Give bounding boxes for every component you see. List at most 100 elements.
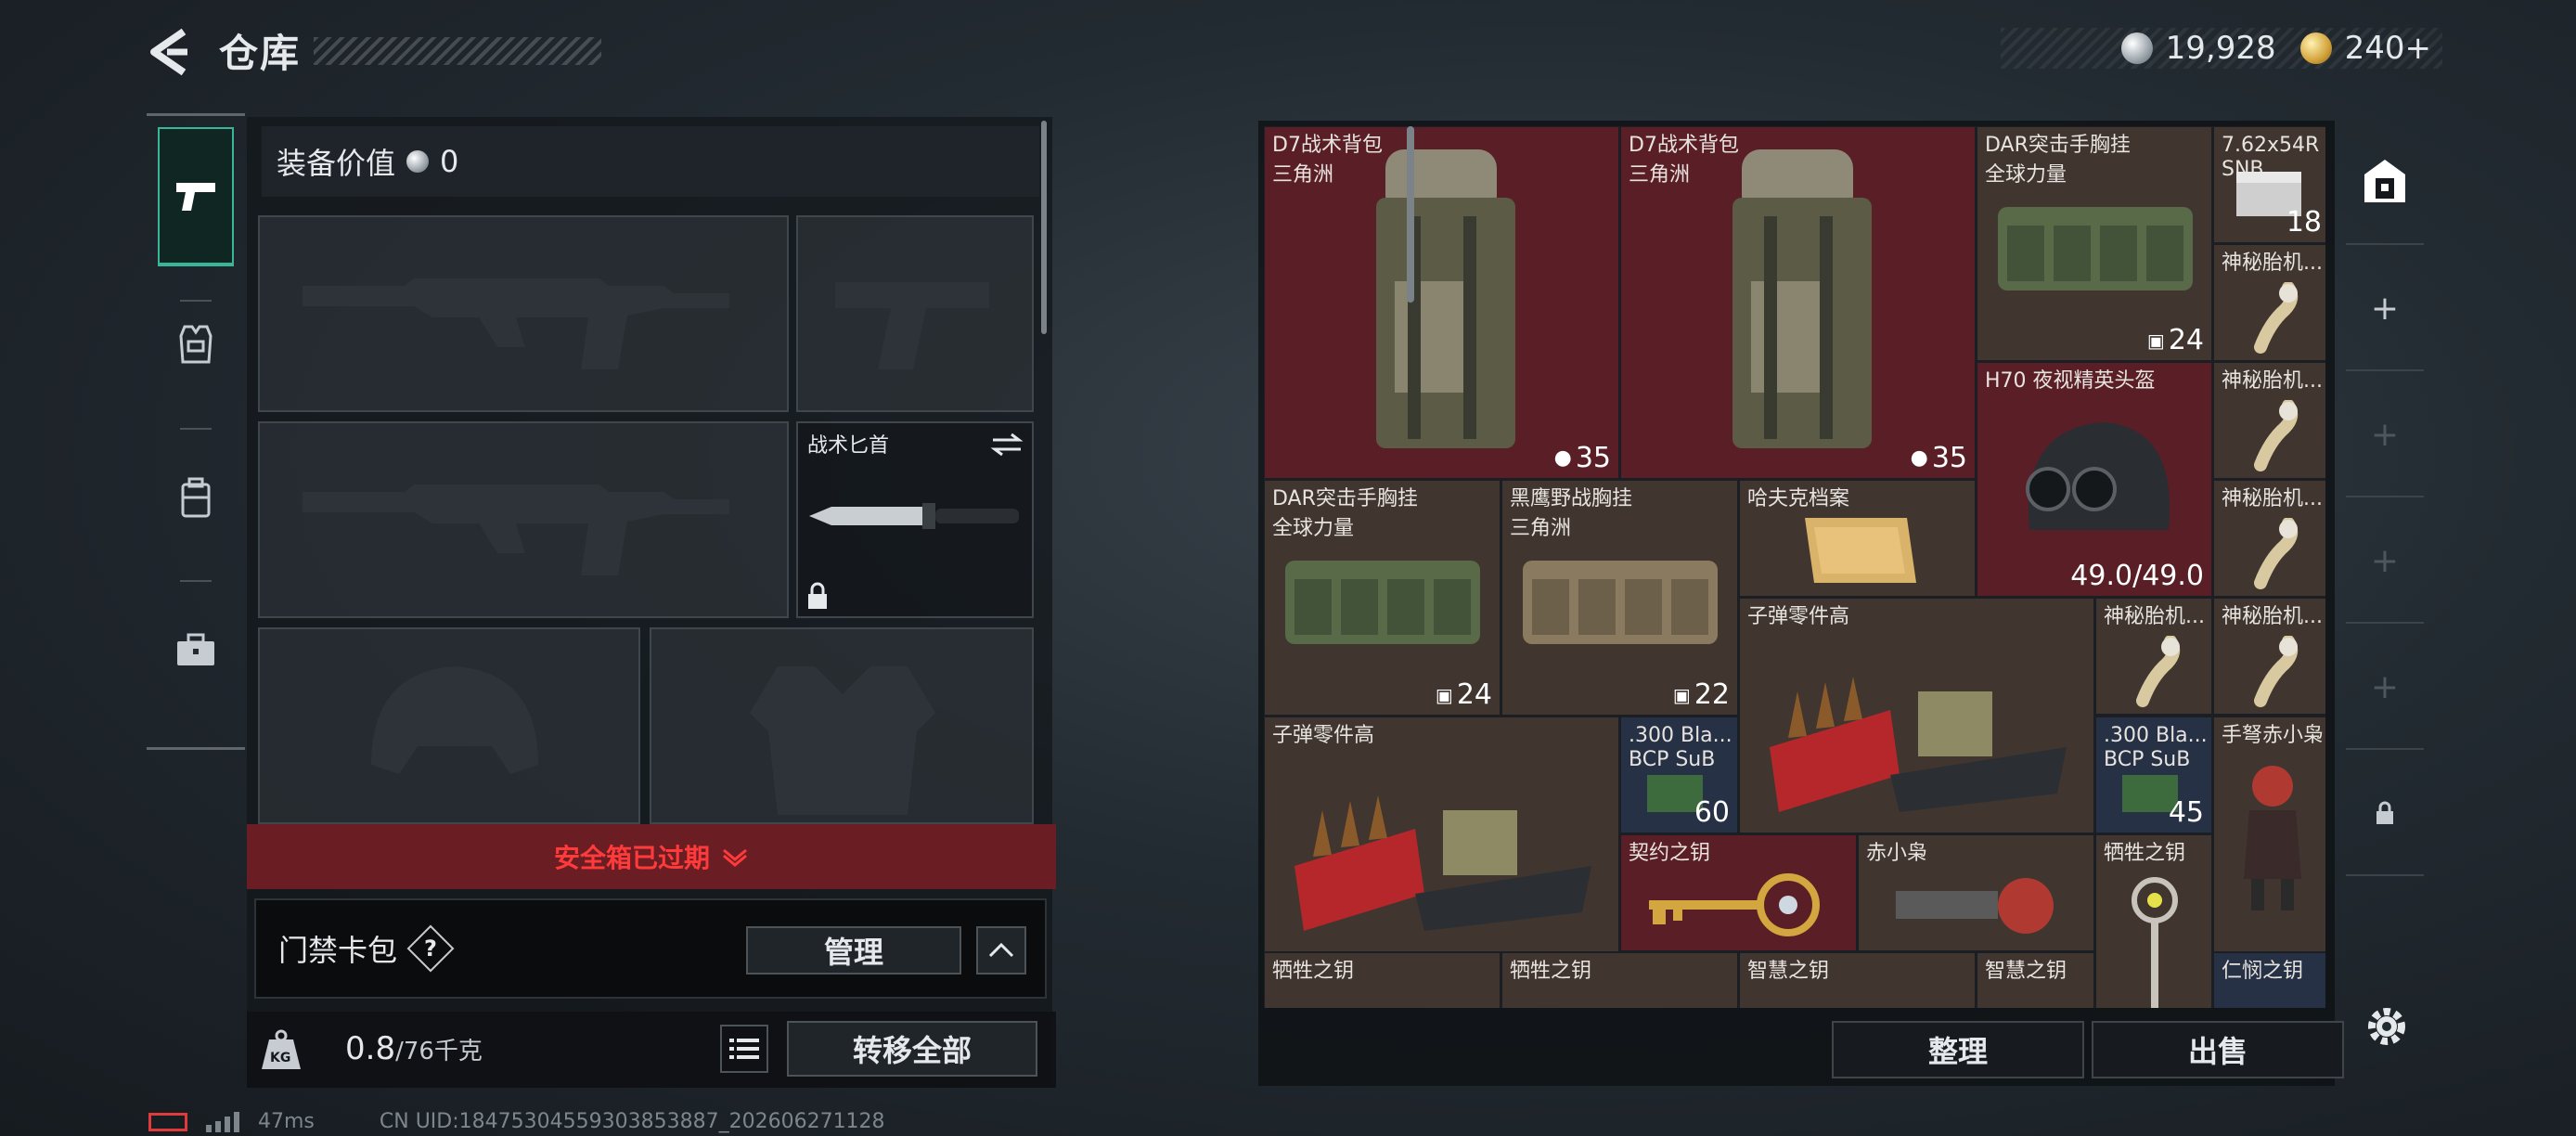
bullet-parts-icon	[1770, 677, 2067, 812]
bag-icon: ●	[1553, 446, 1572, 470]
vest-icon: ▣	[2146, 329, 2165, 352]
swap-icon[interactable]	[989, 431, 1024, 458]
stash-item[interactable]: 神秘胎机...	[2213, 598, 2325, 715]
sidebar	[147, 113, 245, 750]
melee-label: 战术匕首	[807, 434, 890, 458]
stash-item[interactable]: 牺牲之钥	[1264, 952, 1501, 1008]
mystery-item-icon	[2136, 636, 2181, 707]
stash-item[interactable]: 智慧之钥	[1977, 952, 2094, 1008]
equipment-value-label: 装备价值	[277, 146, 396, 181]
stash-scrollbar[interactable]	[1407, 126, 1414, 303]
stash-item[interactable]: 7.62x54R SNB 18	[2213, 126, 2325, 243]
primary-weapon-slot[interactable]	[258, 215, 789, 412]
weight-icon: KG	[258, 1028, 304, 1071]
helmet-silhouette-icon	[371, 666, 538, 774]
stash-item[interactable]: D7战术背包 三角洲 ● 35	[1264, 126, 1619, 479]
mystery-item-icon	[2254, 636, 2299, 707]
battery-icon	[148, 1112, 187, 1131]
currency-bar: 19,928 240+	[2001, 28, 2442, 69]
stash-item[interactable]: 仁悯之钥	[2213, 952, 2325, 1008]
gold-coin-icon	[2299, 32, 2332, 64]
stash-item[interactable]: 子弹零件高	[1739, 598, 2094, 833]
signal-icon	[206, 1111, 239, 1132]
gold-currency-value[interactable]: 240+	[2345, 30, 2442, 67]
stash-item[interactable]: 神秘胎机...	[2213, 244, 2325, 361]
title-decoration	[314, 37, 601, 65]
document-folder-icon	[1805, 518, 1916, 583]
stash-item[interactable]: D7战术背包 三角洲 ● 35	[1620, 126, 1976, 479]
stash-item[interactable]: H70 夜视精英头盔 49.0/49.0	[1977, 362, 2212, 597]
stash-item[interactable]: .300 Bla... BCP SuB 60	[1620, 716, 1738, 833]
stash-item[interactable]: 契约之钥	[1620, 834, 1857, 951]
secondary-weapon-slot[interactable]	[258, 421, 789, 618]
rifle-silhouette-icon	[303, 278, 729, 369]
status-footer: 47ms CN UID:18475304559303853887_2026062…	[148, 1110, 885, 1133]
tactical-knife-icon	[809, 503, 1019, 529]
equipment-value: 0	[440, 144, 459, 179]
bag-icon: ●	[1910, 446, 1928, 470]
mystery-item-icon	[2254, 282, 2299, 354]
stash-item[interactable]: 哈夫克档案	[1739, 480, 1976, 597]
pistol-slot[interactable]	[796, 215, 1034, 412]
tab-container[interactable]	[158, 595, 234, 706]
locked-container-slot[interactable]	[2346, 752, 2424, 876]
back-arrow-icon	[150, 28, 187, 76]
tab-armor[interactable]	[158, 289, 234, 400]
figurine-icon	[1896, 878, 2054, 934]
stash-main-tab[interactable]	[2346, 121, 2424, 245]
plus-icon: +	[2370, 289, 2400, 328]
lock-icon	[808, 582, 827, 609]
stash-item[interactable]: 手弩赤小枭	[2213, 716, 2325, 952]
ornate-key-icon	[1649, 873, 1820, 936]
helmet-slot[interactable]	[258, 627, 640, 824]
manage-button[interactable]: 管理	[746, 926, 961, 975]
stash-item[interactable]: 智慧之钥	[1739, 952, 1976, 1008]
stash-item[interactable]: 黑鹰野战胸挂 三角洲 ▣ 22	[1501, 480, 1738, 716]
weight-value: 0.8/76千克	[345, 1030, 483, 1067]
chevron-down-icon	[723, 848, 747, 867]
mystery-item-icon	[2254, 400, 2299, 471]
plus-icon: +	[2370, 667, 2400, 706]
stash-item[interactable]: .300 Bla... BCP SuB 45	[2095, 716, 2212, 833]
lock-icon	[2376, 801, 2393, 824]
back-button[interactable]	[147, 26, 193, 78]
figurine-icon	[2244, 766, 2301, 910]
night-vision-helmet-icon	[2026, 422, 2170, 530]
stash-item[interactable]: DAR突击手胸挂 全球力量 ▣ 24	[1264, 480, 1501, 716]
add-container-button[interactable]: +	[2346, 247, 2424, 371]
stash-item[interactable]: 神秘胎机...	[2095, 598, 2212, 715]
silver-currency-value: 19,928	[2165, 30, 2276, 67]
list-view-button[interactable]	[720, 1025, 768, 1073]
settings-button[interactable]	[2363, 1002, 2411, 1051]
stash-item[interactable]: 神秘胎机...	[2213, 362, 2325, 479]
armor-silhouette-icon	[750, 666, 935, 815]
stash-item[interactable]: 子弹零件高	[1264, 716, 1619, 952]
tab-backpack[interactable]	[158, 443, 234, 554]
chest-rig-icon	[1285, 561, 1480, 644]
tab-weapons[interactable]	[158, 127, 234, 266]
help-icon[interactable]: ?	[406, 924, 455, 973]
sort-button[interactable]: 整理	[1832, 1021, 2084, 1078]
add-container-button[interactable]: +	[2346, 626, 2424, 750]
melee-slot[interactable]: 战术匕首	[796, 421, 1034, 618]
chest-armor-slot[interactable]	[650, 627, 1034, 824]
safe-box-expired-banner[interactable]: 安全箱已过期	[247, 824, 1056, 889]
stash-item[interactable]: 神秘胎机...	[2213, 480, 2325, 597]
plus-icon: +	[2370, 541, 2400, 580]
chest-rig-icon	[1998, 207, 2193, 290]
stash-item[interactable]: 牺牲之钥	[2095, 834, 2212, 1008]
loadout-scrollbar[interactable]	[1041, 121, 1047, 334]
stash-item[interactable]: 赤小枭	[1858, 834, 2094, 951]
stash-item[interactable]: 牺牲之钥	[1501, 952, 1738, 1008]
safe-box-status: 安全箱已过期	[553, 843, 710, 873]
user-uid: CN UID:18475304559303853887_202606271128	[379, 1110, 885, 1133]
add-container-button[interactable]: +	[2346, 499, 2424, 624]
expand-button[interactable]	[976, 926, 1026, 975]
transfer-all-button[interactable]: 转移全部	[787, 1021, 1037, 1077]
equipment-value-row: 装备价值 0	[262, 126, 1039, 197]
add-container-button[interactable]: +	[2346, 373, 2424, 497]
backpack-item-icon	[1376, 149, 1515, 448]
plus-icon: +	[2370, 415, 2400, 454]
stash-item[interactable]: DAR突击手胸挂 全球力量 ▣ 24	[1977, 126, 2212, 361]
sell-button[interactable]: 出售	[2092, 1021, 2344, 1078]
